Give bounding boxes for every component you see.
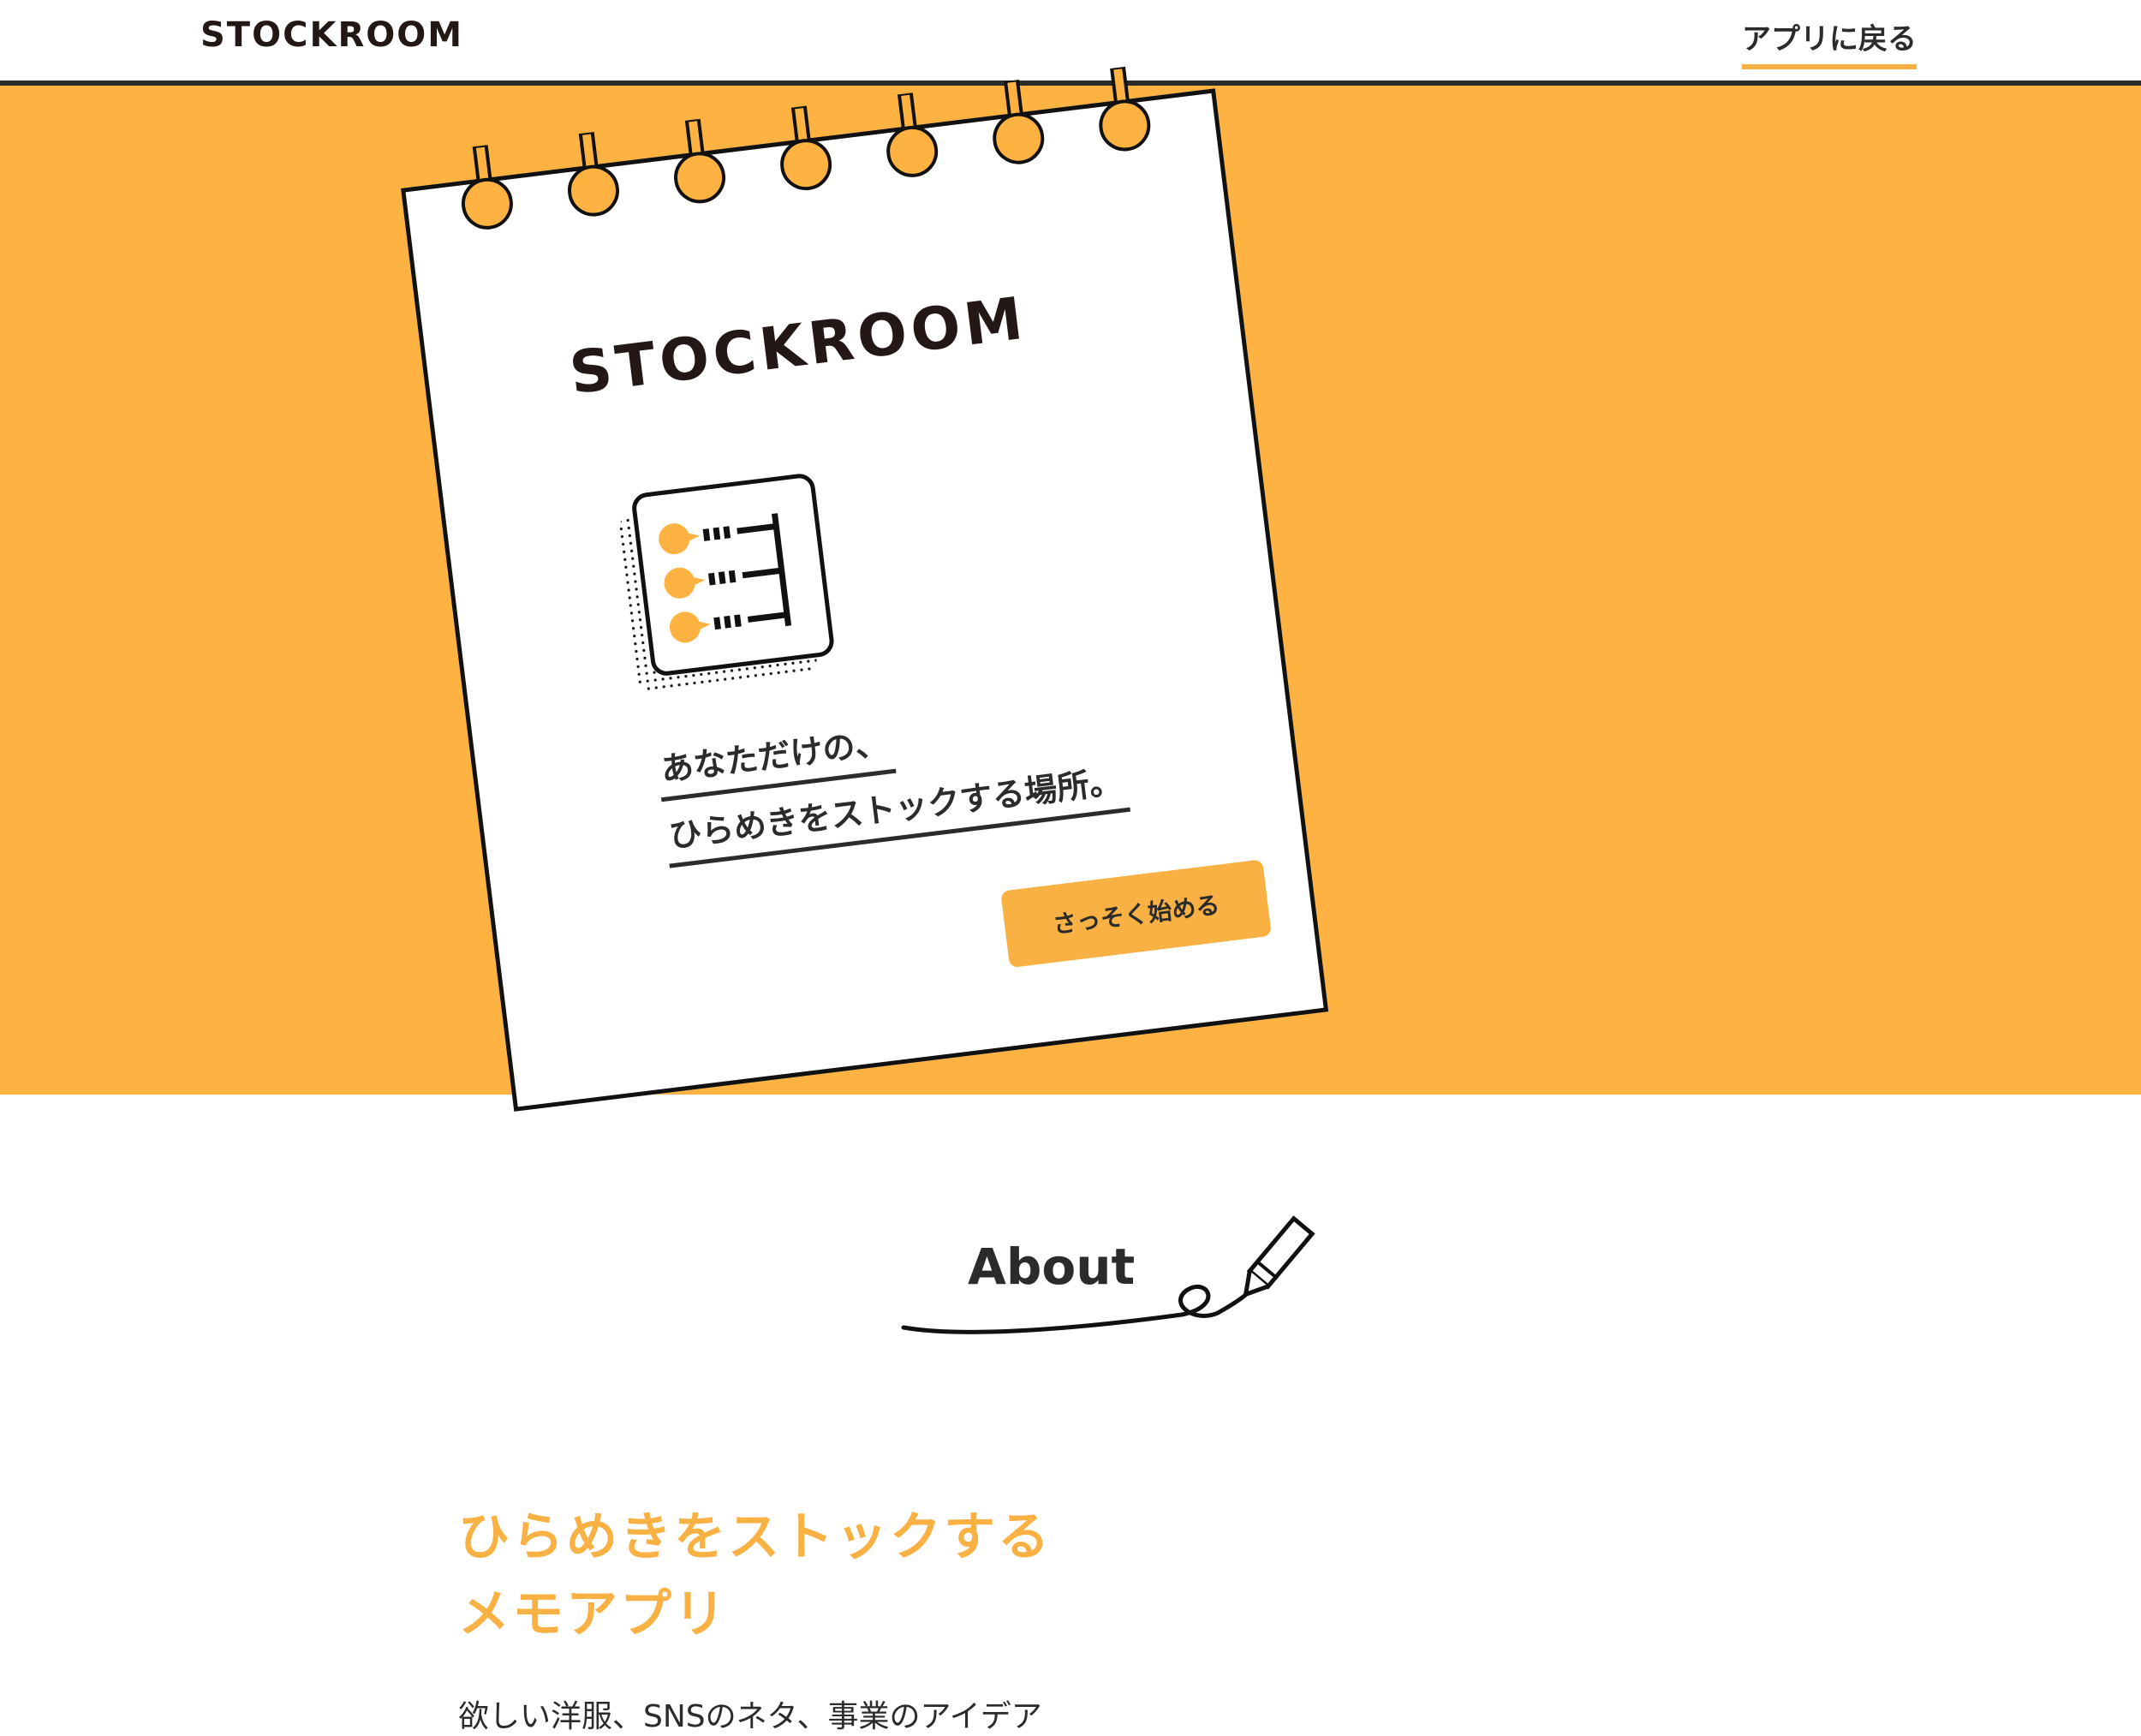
about-body-text: 欲しい洋服、SNSのネタ、事業のアイデア	[458, 1699, 1042, 1734]
binder-ring-icon	[780, 104, 832, 191]
notepad-sheet	[401, 88, 1329, 1112]
notepad-card: STOCKROOM あなただけの、 ひらめきをストックする場所。 さっそく始める	[401, 64, 1329, 1112]
section-heading-line-1: ひらめきをストックする	[458, 1507, 1052, 1567]
site-logo[interactable]: STOCKROOM	[200, 15, 463, 55]
hero-section: STOCKROOM あなただけの、 ひらめきをストックする場所。 さっそく始める	[0, 64, 2141, 1112]
binder-ring-icon	[674, 116, 726, 204]
section-heading-line-2: メモアプリ	[458, 1584, 728, 1644]
binder-ring-icon	[567, 130, 619, 217]
binder-ring-icon	[993, 78, 1045, 164]
binder-ring-icon	[886, 91, 939, 177]
section-heading: ひらめきをストックする メモアプリ	[458, 1499, 1052, 1653]
site-header: STOCKROOM アプリに戻る	[0, 0, 2141, 86]
back-to-app-link[interactable]: アプリに戻る	[1742, 15, 1917, 69]
about-heading: About	[968, 1238, 1136, 1296]
idea-list-icon	[619, 474, 834, 693]
binder-ring-icon	[1099, 64, 1151, 152]
binder-ring-icon	[461, 143, 513, 230]
